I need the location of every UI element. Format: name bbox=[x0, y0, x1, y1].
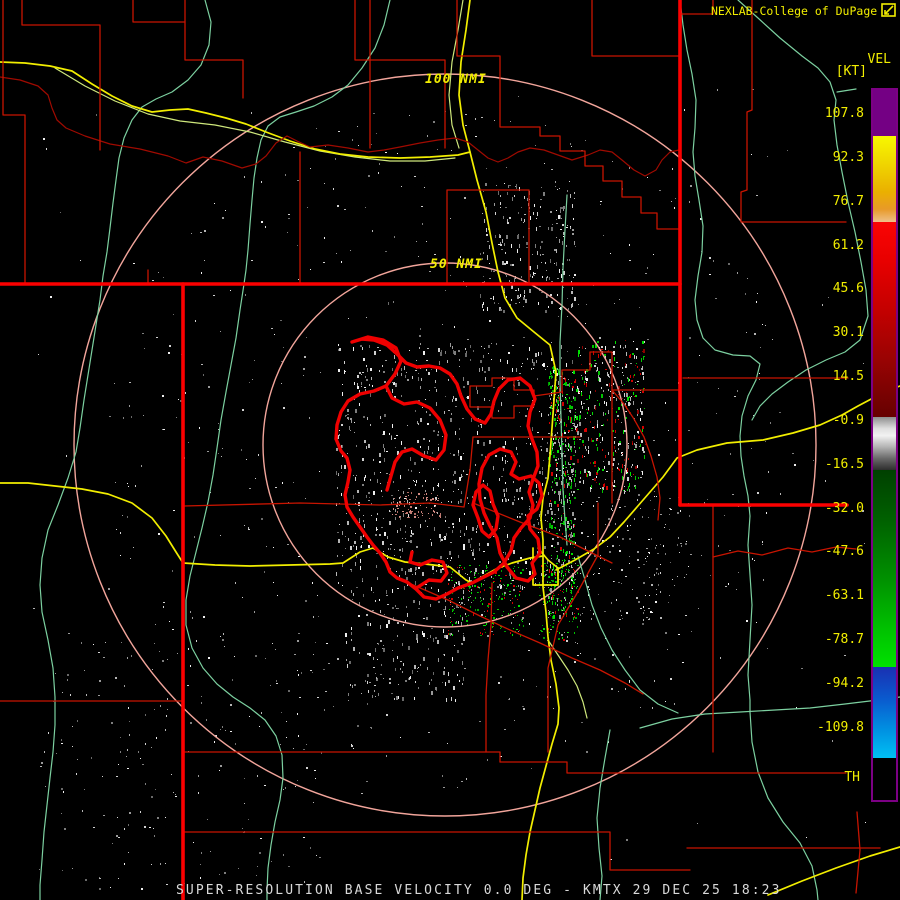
river-line bbox=[39, 0, 212, 900]
county-border-line bbox=[591, 0, 680, 57]
brand-text: NEXLAB-College of DuPage bbox=[711, 3, 878, 18]
county-border-line bbox=[547, 502, 599, 753]
county-border-line bbox=[183, 502, 465, 508]
echo-dots-layer bbox=[575, 340, 646, 494]
secondary-highway-line bbox=[54, 67, 456, 162]
colorbar-segment-yellow-orange bbox=[873, 136, 896, 222]
product-title: SUPER-RESOLUTION BASE VELOCITY 0.0 DEG -… bbox=[176, 883, 782, 898]
colorbar-tick-label: -63.1 bbox=[824, 588, 864, 603]
echo-dots-layer bbox=[480, 181, 576, 313]
range-ring-label: 50 NMI bbox=[430, 257, 483, 272]
colorbar-units: [KT] bbox=[835, 64, 867, 79]
colorbar-segment-red bbox=[873, 222, 896, 417]
county-border-line bbox=[855, 811, 861, 894]
county-border-line bbox=[21, 0, 101, 151]
colorbar-tick-label: 45.6 bbox=[832, 281, 864, 296]
county-border-line bbox=[184, 0, 244, 99]
county-border-line bbox=[183, 751, 501, 763]
colorbar-tick-label: -78.7 bbox=[824, 632, 864, 647]
river-line bbox=[836, 88, 857, 93]
colorbar-tick-label: -109.8 bbox=[817, 720, 864, 735]
colorbar-segment-green bbox=[873, 470, 896, 667]
brand: NEXLAB-College of DuPage bbox=[711, 3, 897, 18]
colorbar-tick-label: 30.1 bbox=[832, 325, 864, 340]
county-border-line bbox=[183, 831, 691, 871]
river-line bbox=[185, 0, 391, 900]
county-border-line bbox=[680, 0, 714, 15]
range-ring-label: 100 NMI bbox=[425, 72, 487, 87]
colorbar-tick-label: 107.8 bbox=[824, 106, 864, 121]
secondary-highway-line bbox=[547, 639, 588, 719]
echo-dots-layer bbox=[109, 111, 794, 788]
echo-dots-layer bbox=[40, 640, 321, 890]
colorbar-tick-label: -47.6 bbox=[824, 544, 864, 559]
county-border-line bbox=[485, 582, 493, 753]
highway-line bbox=[532, 547, 559, 586]
river-line bbox=[596, 729, 611, 900]
dupage-logo-icon bbox=[881, 3, 896, 17]
river-line bbox=[679, 0, 761, 713]
river-line bbox=[577, 555, 679, 714]
radar-viewer: NEXLAB-College of DuPage VEL [KT] 107.8 9… bbox=[0, 0, 900, 900]
county-border-line bbox=[463, 436, 474, 508]
river-line bbox=[737, 0, 869, 421]
county-border-line bbox=[132, 0, 186, 23]
colorbar-tick-label: -94.2 bbox=[824, 676, 864, 691]
colorbar-segment-black bbox=[873, 758, 896, 796]
radar-map bbox=[0, 0, 900, 900]
highway-line bbox=[767, 846, 900, 896]
colorbar-title: VEL bbox=[867, 52, 891, 67]
colorbar-tick-label: 14.5 bbox=[832, 369, 864, 384]
colorbar-tick-label: -32.0 bbox=[824, 501, 864, 516]
echo-dots-layer bbox=[392, 492, 441, 519]
colorbar-threshold-label: TH bbox=[844, 770, 860, 785]
county-border-line bbox=[2, 0, 26, 285]
colorbar-tick-label: 92.3 bbox=[832, 150, 864, 165]
colorbar-segment-gray bbox=[873, 417, 896, 470]
colorbar-segment-blue bbox=[873, 667, 896, 758]
colorbar-tick-label: -16.5 bbox=[824, 457, 864, 472]
colorbar-tick-label: 76.7 bbox=[832, 194, 864, 209]
colorbar-tick-label: -0.9 bbox=[832, 413, 864, 428]
county-border-line bbox=[499, 761, 847, 774]
colorbar bbox=[871, 88, 898, 802]
county-border-line bbox=[456, 0, 681, 230]
colorbar-tick-label: 61.2 bbox=[832, 238, 864, 253]
river-line bbox=[749, 711, 819, 900]
colorbar-segment-purple bbox=[873, 90, 896, 136]
